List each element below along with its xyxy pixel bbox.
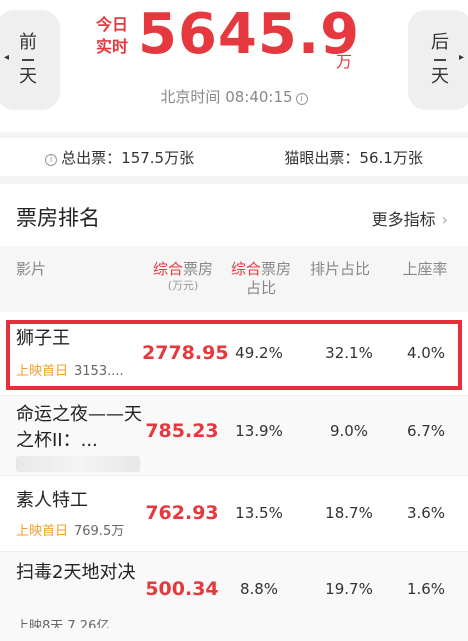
beijing-time: 北京时间 08:40:15 i [0,86,468,107]
seat-ratio-value: 9.0% [329,422,369,440]
seat-ratio-value: 32.1% [325,344,373,362]
col-box-ratio-red: 综合 [230,260,261,278]
col-box-office[interactable]: 综合票房 (万元) [148,260,218,292]
film-name: 命运之夜——天之杯II：... [16,404,142,451]
film-sub-value: 769.5万 [74,524,125,539]
box-office-value: 2778.95 [142,342,229,364]
next-day-label-top: 后 [431,32,449,53]
total-tickets: i 总出票：157.5万张 [45,147,194,168]
box-ratio-value: 8.8% [239,580,279,598]
realtime-header: 前 天 ◂ 今日 实时 5645.9 万 北京时间 08:40:15 i 后 天 … [0,0,468,132]
info-icon[interactable]: i [295,93,308,105]
box-ratio-value: 49.2% [235,344,283,362]
seat-ratio-value: 19.7% [325,580,373,598]
ticket-summary: i 总出票：157.5万张 猫眼出票：56.1万张 [0,138,468,176]
box-office-value: 762.93 [145,502,219,524]
ranking-header: 票房排名 更多指标 › [0,184,468,246]
realtime-unit: 万 [336,52,353,71]
occupancy-value: 4.0% [406,344,446,362]
film-sub: 上映8天 7.26亿 [16,619,110,628]
col-occupancy[interactable]: 上座率 [394,260,456,279]
col-box-office-rest: 票房 [183,260,214,278]
prev-day-label-bottom: 天 [19,66,37,87]
next-day-label-bottom: 天 [431,66,449,87]
col-box-ratio-rest: 票房 [261,260,292,278]
film-list: 狮子王 上映首日 3153.... 2778.95 49.2% 32.1% 4.0… [0,312,468,641]
occupancy-value: 3.6% [406,504,446,522]
film-name: 素人特工 [16,490,88,511]
box-ratio-value: 13.9% [235,422,283,440]
more-metrics-label: 更多指标 [371,210,436,229]
today-label: 今日 [95,15,128,34]
col-box-ratio[interactable]: 综合票房 占比 [224,260,298,298]
table-row[interactable]: 素人特工 上映首日 769.5万 762.93 13.5% 18.7% 3.6% [0,476,468,552]
ranking-title: 票房排名 [16,206,100,230]
table-row[interactable]: 扫毒2天地对决 上映8天 7.26亿 500.34 8.8% 19.7% 1.6… [0,552,468,641]
table-header: 影片 综合票房 (万元) 综合票房 占比 排片占比 上座率 [0,246,468,312]
prev-day-label-top: 前 [19,32,37,53]
film-tag: 上映首日 [16,364,69,379]
box-ratio-value: 13.5% [235,504,283,522]
realtime-label: 实时 [95,37,128,56]
blurred-subtitle [16,456,140,472]
film-sub-value: 3153.... [74,364,124,379]
seat-ratio-value: 18.7% [325,504,373,522]
occupancy-value: 1.6% [406,580,446,598]
col-film[interactable]: 影片 [16,260,46,279]
film-sub: 上映首日 3153.... [16,360,124,379]
total-tickets-text: 总出票：157.5万张 [61,148,195,167]
occupancy-value: 6.7% [406,422,446,440]
today-realtime-label: 今日 实时 [92,14,132,58]
more-metrics-link[interactable]: 更多指标 › [372,206,448,230]
film-name: 扫毒2天地对决 [16,562,136,583]
col-box-office-red: 综合 [152,260,183,278]
table-row[interactable]: 狮子王 上映首日 3153.... 2778.95 49.2% 32.1% 4.0… [0,312,468,396]
film-sub: 上映首日 769.5万 [16,520,124,539]
arrow-right-icon: ▸ [458,52,464,63]
col-box-office-unit: (万元) [167,279,199,292]
film-tag: 上映首日 [16,524,69,539]
chevron-right-icon: › [441,210,448,229]
maoyan-tickets: 猫眼出票：56.1万张 [284,148,423,167]
prev-day-dash [22,59,34,61]
realtime-box-office: 5645.9 [138,2,361,67]
next-day-dash [434,59,446,61]
box-office-value: 500.34 [145,578,219,600]
beijing-time-text: 北京时间 08:40:15 [160,88,293,106]
arrow-left-icon: ◂ [4,52,10,63]
film-name: 狮子王 [16,328,70,349]
info-icon[interactable]: i [45,153,58,166]
col-seat-ratio[interactable]: 排片占比 [304,260,376,279]
box-office-value: 785.23 [145,420,219,442]
col-box-ratio-line2: 占比 [245,279,276,297]
